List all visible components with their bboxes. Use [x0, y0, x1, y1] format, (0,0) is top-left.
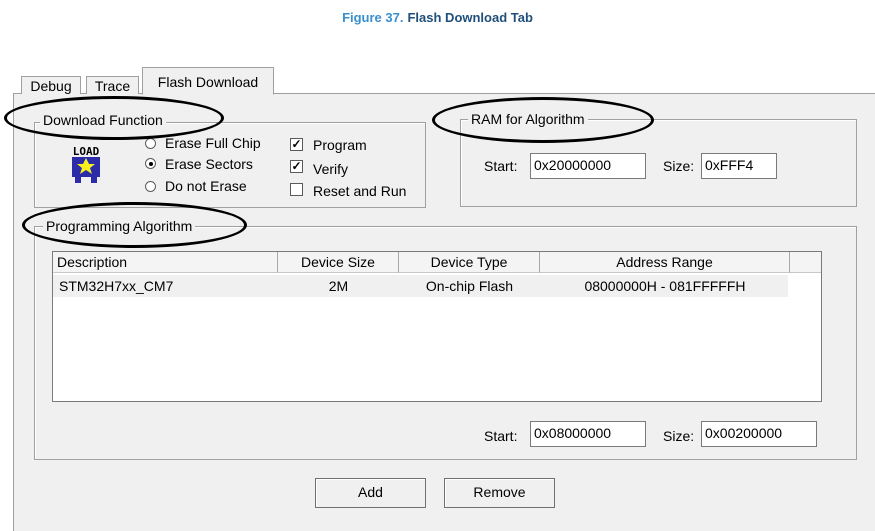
add-button[interactable]: Add [315, 478, 426, 508]
tab-flash-download[interactable]: Flash Download [142, 67, 274, 95]
highlight-ellipse-programming-algorithm [22, 202, 247, 248]
do-not-erase-radio[interactable] [145, 181, 156, 192]
algorithm-list[interactable]: Description Device Size Device Type Addr… [52, 251, 822, 402]
row-description: STM32H7xx_CM7 [59, 278, 174, 294]
column-header-address-range[interactable]: Address Range [540, 252, 790, 273]
ram-start-label: Start: [484, 158, 518, 174]
figure-number: Figure 37. [342, 10, 404, 25]
ram-size-label: Size: [663, 158, 695, 174]
program-checkbox[interactable]: ✓ [290, 138, 303, 151]
prog-start-label: Start: [484, 428, 518, 444]
erase-sectors-radio[interactable] [145, 158, 156, 169]
prog-size-input[interactable]: 0x00200000 [701, 421, 817, 447]
highlight-ellipse-download-function [4, 96, 224, 140]
verify-label: Verify [313, 161, 349, 177]
prog-size-label: Size: [663, 428, 695, 444]
prog-start-input[interactable]: 0x08000000 [530, 421, 646, 447]
erase-full-chip-radio[interactable] [145, 138, 156, 149]
program-label: Program [313, 137, 367, 153]
row-device-type: On-chip Flash [425, 278, 514, 294]
column-header-device-size[interactable]: Device Size [278, 252, 399, 273]
ram-size-input[interactable]: 0xFFF4 [701, 153, 777, 179]
verify-checkbox[interactable]: ✓ [290, 160, 303, 173]
tab-trace[interactable]: Trace [86, 76, 139, 94]
tab-debug[interactable]: Debug [21, 76, 81, 94]
remove-button[interactable]: Remove [444, 478, 555, 508]
column-header-description[interactable]: Description [53, 252, 278, 273]
erase-full-chip-label: Erase Full Chip [165, 135, 261, 151]
load-icon: LOAD [66, 143, 106, 187]
column-header-device-type[interactable]: Device Type [399, 252, 540, 273]
table-row[interactable]: STM32H7xx_CM7 2M On-chip Flash 08000000H… [53, 275, 788, 297]
ram-start-input[interactable]: 0x20000000 [530, 153, 646, 179]
row-device-size: 2M [328, 278, 349, 294]
load-icon-text: LOAD [73, 145, 100, 158]
erase-sectors-label: Erase Sectors [165, 156, 253, 172]
do-not-erase-label: Do not Erase [165, 178, 247, 194]
reset-and-run-label: Reset and Run [313, 183, 407, 199]
figure-title: Flash Download Tab [407, 10, 533, 25]
reset-and-run-checkbox[interactable] [290, 183, 303, 196]
highlight-ellipse-ram-for-algorithm [432, 97, 654, 143]
column-header-filler [790, 252, 821, 273]
figure-caption: Figure 37. Flash Download Tab [0, 10, 875, 25]
row-address-range: 08000000H - 081FFFFFH [584, 278, 746, 294]
